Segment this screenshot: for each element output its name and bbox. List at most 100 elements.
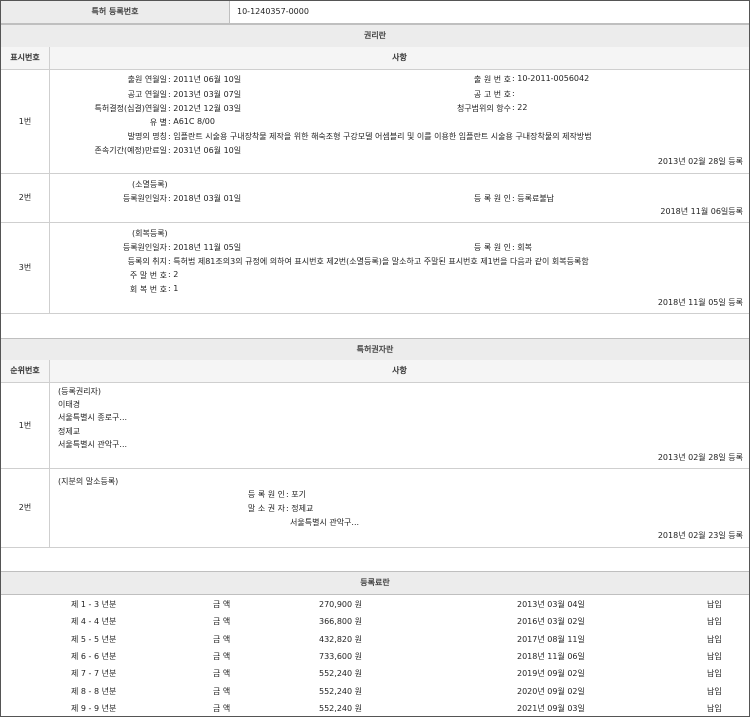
rights-row-2: 2번 (소멸등록) 등록원인일자 : 2018년 03월 01일 등 록 원 인… xyxy=(1,174,749,223)
fee-paid-date: 2021년 09월 03일 xyxy=(517,703,585,713)
field-value: : 2013년 03월 07일 xyxy=(168,90,242,99)
fee-row: 제 5 - 5 년분 금 액 432,820 원 2017년 08월 11일 납입 xyxy=(1,632,749,648)
registration-number-value: 10-1240357-0000 xyxy=(237,7,309,16)
field-label: 공 고 번 호 xyxy=(473,90,511,99)
field-value: : 회복 xyxy=(512,243,532,252)
fee-year: 제 9 - 9 년분 xyxy=(71,703,117,713)
fee-row: 제 8 - 8 년분 금 액 552,240 원 2020년 09월 02일 납입 xyxy=(1,684,749,700)
fee-amount: 733,600 원 xyxy=(319,651,362,661)
fees-section-header: 등록료란 xyxy=(1,571,749,595)
holders-row-1: 1번 (등록권리자) 이태경 서울특별시 종로구... 정제교 서울특별시 관악… xyxy=(1,383,749,469)
fee-amount: 552,240 원 xyxy=(319,703,362,713)
fee-row: 제 4 - 4 년분 금 액 366,800 원 2016년 03월 02일 납입 xyxy=(1,614,749,630)
field-label: 등록원인일자 xyxy=(122,194,167,203)
fee-status: 납입 xyxy=(707,703,722,713)
fee-amount: 552,240 원 xyxy=(319,669,362,679)
rights-row-1: 1번 출원 연월일 : 2011년 06월 10일 공고 연월일 : 2013년… xyxy=(1,70,749,174)
row-number: 2번 xyxy=(1,469,50,547)
fee-paid-date: 2017년 08월 11일 xyxy=(517,634,585,644)
field-value: : 2031년 06월 10일 xyxy=(168,146,242,155)
fee-status: 납입 xyxy=(707,651,722,661)
field-label: 등록의 취지 xyxy=(127,257,167,266)
fee-amount-label: 금 액 xyxy=(213,617,231,627)
col-matters: 사항 xyxy=(392,366,407,375)
holder-name: 이태경 xyxy=(58,400,81,409)
field-label: 말 소 권 자 xyxy=(247,504,285,513)
fee-row: 제 1 - 3 년분 금 액 270,900 원 2013년 03월 04일 납입 xyxy=(1,597,749,613)
field-value: : 임플란트 시술용 구내장착물 제작을 위한 해숙조형 구강모델 어셈블리 및… xyxy=(168,132,592,141)
fee-year: 제 1 - 3 년분 xyxy=(71,600,117,609)
fee-paid-date: 2016년 03월 02일 xyxy=(517,617,585,627)
patent-register-document: 특허 등록번호 10-1240357-0000 권리란 표시번호 사항 1번 출… xyxy=(0,0,750,717)
fee-amount: 552,240 원 xyxy=(319,686,362,696)
fee-status: 납입 xyxy=(707,600,722,609)
fee-row: 제 9 - 9 년분 금 액 552,240 원 2021년 09월 03일 납입 xyxy=(1,701,749,716)
fee-status: 납입 xyxy=(707,617,722,627)
fee-amount-label: 금 액 xyxy=(213,686,231,696)
field-value: : A61C 8/00 xyxy=(168,117,215,126)
holder-name: 정제교 xyxy=(58,427,81,436)
registration-date: 2018년 11월 05일 등록 xyxy=(657,298,743,307)
field-label: 회 복 번 호 xyxy=(129,285,167,294)
field-value: : xyxy=(512,89,515,98)
fee-paid-date: 2020년 09월 02일 xyxy=(517,686,585,696)
fee-status: 납입 xyxy=(707,634,722,644)
col-matters: 사항 xyxy=(392,53,407,62)
fee-amount: 432,820 원 xyxy=(319,634,362,644)
field-label: 청구범위의 항수 xyxy=(456,104,511,113)
field-label: 공고 연월일 xyxy=(127,90,167,99)
fee-year: 제 4 - 4 년분 xyxy=(71,617,117,627)
field-value: : 2012년 12월 03일 xyxy=(168,104,242,113)
col-rank-number: 순위번호 xyxy=(1,360,50,382)
field-value: : 2018년 03월 01일 xyxy=(168,194,242,203)
entry-heading: (소멸등록) xyxy=(132,180,168,189)
entry-heading: (지분의 말소등록) xyxy=(58,477,119,486)
row-number: 1번 xyxy=(1,383,50,468)
field-label: 등록원인일자 xyxy=(122,243,167,252)
field-label: 등 록 원 인 xyxy=(473,194,511,203)
fee-amount-label: 금 액 xyxy=(213,651,231,661)
holder-address: 서울특별시 종로구... xyxy=(58,413,128,422)
row-number: 3번 xyxy=(1,223,50,313)
registration-number-bar: 특허 등록번호 10-1240357-0000 xyxy=(1,1,749,24)
field-value: : 특허법 제81조의3의 규정에 의하여 표시번호 제2번(소멸등록)을 말소… xyxy=(168,257,589,266)
fee-paid-date: 2018년 11월 06일 xyxy=(517,651,585,661)
field-label: 주 말 번 호 xyxy=(129,271,167,280)
row-number: 1번 xyxy=(1,70,50,173)
field-label: 출 원 번 호 xyxy=(473,75,511,84)
field-label: 등 록 원 인 xyxy=(247,490,285,499)
fee-amount-label: 금 액 xyxy=(213,634,231,644)
holders-column-header: 순위번호 사항 xyxy=(1,360,749,383)
fee-row: 제 7 - 7 년분 금 액 552,240 원 2019년 09월 02일 납입 xyxy=(1,666,749,682)
field-label: 발명의 명칭 xyxy=(127,132,167,141)
fee-row: 제 6 - 6 년분 금 액 733,600 원 2018년 11월 06일 납입 xyxy=(1,649,749,665)
holders-row-2: 2번 (지분의 말소등록) 등 록 원 인 : 포기 말 소 권 자 : 정제교… xyxy=(1,469,749,548)
fee-paid-date: 2013년 03월 04일 xyxy=(517,600,585,609)
fee-year: 제 6 - 6 년분 xyxy=(71,651,117,661)
rights-section-header: 권리란 xyxy=(1,24,749,48)
fee-amount-label: 금 액 xyxy=(213,600,231,609)
rights-row-3: 3번 (회복등록) 등록원인일자 : 2018년 11월 05일 등록의 취지 … xyxy=(1,223,749,314)
field-value: : 22 xyxy=(512,103,528,112)
fee-year: 제 7 - 7 년분 xyxy=(71,669,117,679)
field-label: 등 록 원 인 xyxy=(473,243,511,252)
registration-date: 2018년 02월 23일 등록 xyxy=(657,531,743,540)
field-value: : 1 xyxy=(168,284,179,293)
rights-column-header: 표시번호 사항 xyxy=(1,47,749,70)
field-value: : 포기 xyxy=(286,490,306,499)
col-display-number: 표시번호 xyxy=(1,47,50,69)
holder-address: 서울특별시 관악구... xyxy=(58,440,128,449)
registration-number-label: 특허 등록번호 xyxy=(1,1,230,23)
registration-date: 2013년 02월 28일 등록 xyxy=(657,453,743,462)
fee-amount-label: 금 액 xyxy=(213,703,231,713)
fee-status: 납입 xyxy=(707,686,722,696)
registration-date: 2018년 11월 06일등록 xyxy=(660,207,743,216)
fee-year: 제 5 - 5 년분 xyxy=(71,634,117,644)
field-value: : 2011년 06월 10일 xyxy=(168,75,242,84)
field-value: 서울특별시 관악구... xyxy=(290,518,360,527)
field-value: : 정제교 xyxy=(286,504,314,513)
fee-paid-date: 2019년 09월 02일 xyxy=(517,669,585,679)
field-value: : 2 xyxy=(168,270,179,279)
field-label: 유 별 xyxy=(149,118,167,127)
holders-section-header: 특허권자란 xyxy=(1,338,749,361)
